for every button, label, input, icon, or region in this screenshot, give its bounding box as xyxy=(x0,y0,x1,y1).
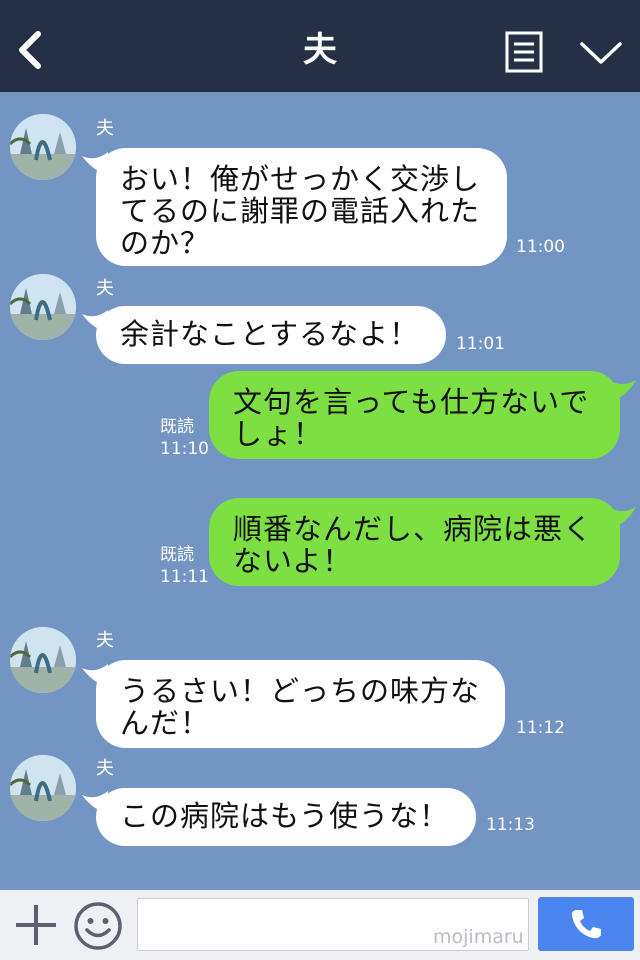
avatar-image xyxy=(10,274,76,340)
message-bubble[interactable]: 順番なんだし、病院は悪く ないよ！ xyxy=(209,498,620,586)
message-time: 11:12 xyxy=(516,718,565,738)
read-receipt: 既読 xyxy=(160,545,194,565)
chevron-down-icon[interactable] xyxy=(578,34,624,70)
avatar[interactable] xyxy=(10,627,76,693)
avatar[interactable] xyxy=(10,274,76,340)
message-bubble[interactable]: この病院はもう使うな！ xyxy=(96,788,476,846)
message-time: 11:13 xyxy=(486,815,535,835)
call-button[interactable] xyxy=(538,897,634,951)
avatar-image xyxy=(10,755,76,821)
message-list[interactable]: 夫 おい！俺がせっかく交渉し てるのに謝罪の電話入れた のか？ 11:00 夫 … xyxy=(0,92,640,890)
avatar[interactable] xyxy=(10,114,76,180)
message-time: 11:01 xyxy=(456,334,505,354)
read-receipt: 既読 xyxy=(160,417,194,437)
message-time: 11:10 xyxy=(160,439,209,459)
bubble-tail xyxy=(608,507,636,529)
avatar-image xyxy=(10,114,76,180)
message-time: 11:11 xyxy=(160,567,209,587)
bubble-tail xyxy=(608,380,636,402)
chat-title: 夫 xyxy=(303,30,337,70)
chat-header: 夫 xyxy=(0,0,640,92)
sender-name: 夫 xyxy=(96,758,114,779)
sender-name: 夫 xyxy=(96,118,114,139)
plus-icon[interactable] xyxy=(14,903,58,947)
avatar[interactable] xyxy=(10,755,76,821)
watermark: mojimaru xyxy=(433,926,524,948)
message-bubble[interactable]: うるさい！どっちの味方な んだ！ xyxy=(96,660,505,748)
message-bubble[interactable]: 余計なことするなよ！ xyxy=(96,306,446,364)
message-bubble[interactable]: 文句を言っても仕方ないで しょ！ xyxy=(209,371,620,459)
smile-icon[interactable] xyxy=(73,901,123,951)
phone-icon xyxy=(571,910,601,939)
message-bubble[interactable]: おい！俺がせっかく交渉し てるのに謝罪の電話入れた のか？ xyxy=(96,148,507,266)
sender-name: 夫 xyxy=(96,630,114,651)
message-time: 11:00 xyxy=(516,237,565,257)
avatar-image xyxy=(10,627,76,693)
sender-name: 夫 xyxy=(96,278,114,299)
menu-icon[interactable] xyxy=(505,31,543,73)
